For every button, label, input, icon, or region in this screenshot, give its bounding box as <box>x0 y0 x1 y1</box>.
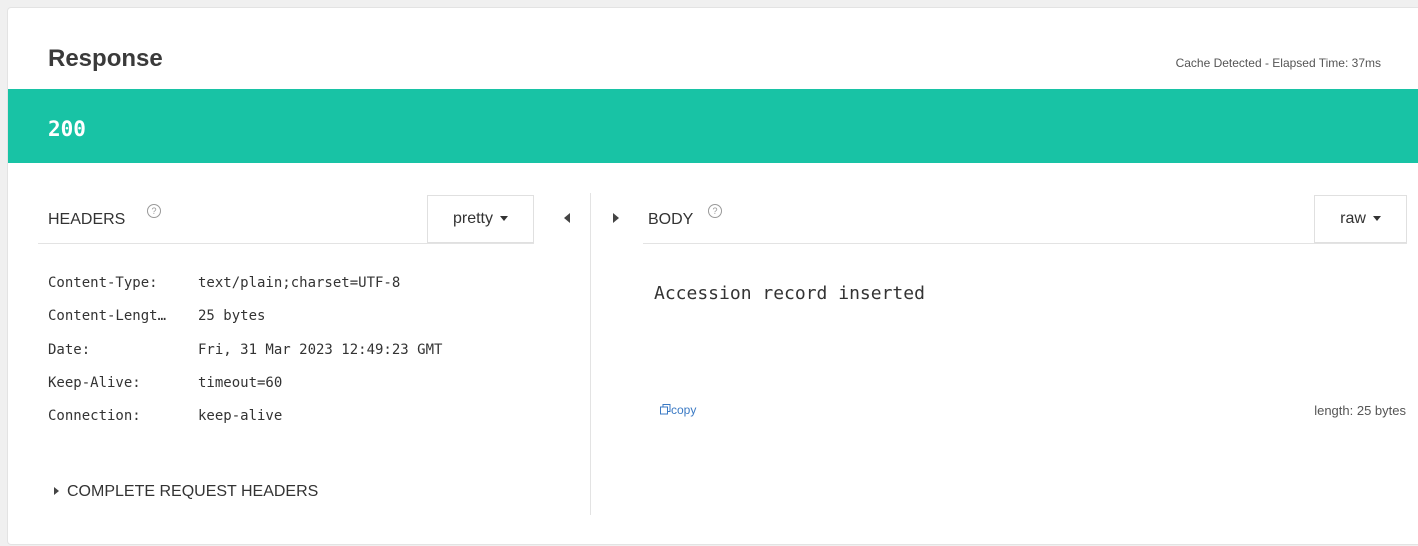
body-title: BODY <box>648 211 694 228</box>
header-name: Content-Lengt… <box>48 308 167 324</box>
header-name: Content-Type: <box>48 275 158 291</box>
body-format-label: raw <box>1340 210 1366 227</box>
body-format-dropdown[interactable]: raw <box>1314 195 1407 243</box>
response-header: Response Cache Detected - Elapsed Time: … <box>8 8 1418 89</box>
headers-help-icon[interactable]: ? <box>147 204 161 218</box>
headers-underline <box>38 243 534 244</box>
header-row: Connection: keep-alive <box>48 408 548 441</box>
body-help-icon[interactable]: ? <box>708 204 722 218</box>
header-value: Fri, 31 Mar 2023 12:49:23 GMT <box>198 342 443 358</box>
header-row: Date: Fri, 31 Mar 2023 12:49:23 GMT <box>48 342 548 375</box>
header-name: Keep-Alive: <box>48 375 141 391</box>
header-name: Date: <box>48 342 91 358</box>
status-code: 200 <box>48 117 86 141</box>
header-value: keep-alive <box>198 408 283 424</box>
pane-divider[interactable] <box>590 193 591 515</box>
complete-request-headers-toggle[interactable]: COMPLETE REQUEST HEADERS <box>54 483 318 501</box>
header-name: Connection: <box>48 408 141 424</box>
header-value: 25 bytes <box>198 308 266 324</box>
header-value: text/plain;charset=UTF-8 <box>198 275 401 291</box>
elapsed-time: Cache Detected - Elapsed Time: 37ms <box>1175 56 1381 70</box>
header-row: Content-Type: text/plain;charset=UTF-8 <box>48 275 548 308</box>
header-row: Content-Lengt… 25 bytes <box>48 308 548 341</box>
body-length: length: 25 bytes <box>1314 403 1406 418</box>
headers-format-label: pretty <box>452 210 493 227</box>
chevron-down-icon <box>1372 216 1381 221</box>
body-content: Accession record inserted <box>654 283 925 304</box>
status-bar: 200 <box>8 89 1418 163</box>
headers-title: HEADERS <box>48 211 126 228</box>
body-underline <box>643 243 1407 244</box>
header-row: Keep-Alive: timeout=60 <box>48 375 548 408</box>
chevron-down-icon <box>500 216 508 221</box>
headers-format-dropdown[interactable]: pretty <box>427 195 534 243</box>
copy-label: copy <box>671 403 697 417</box>
collapse-left-icon[interactable] <box>564 213 570 223</box>
copy-icon <box>660 404 671 415</box>
caret-right-icon <box>54 487 59 495</box>
copy-button[interactable]: copy <box>660 403 696 417</box>
header-value: timeout=60 <box>198 375 283 391</box>
response-title: Response <box>48 45 163 72</box>
complete-request-headers-label: COMPLETE REQUEST HEADERS <box>67 483 319 500</box>
response-panel: Response Cache Detected - Elapsed Time: … <box>7 7 1418 545</box>
collapse-right-icon[interactable] <box>613 213 619 223</box>
